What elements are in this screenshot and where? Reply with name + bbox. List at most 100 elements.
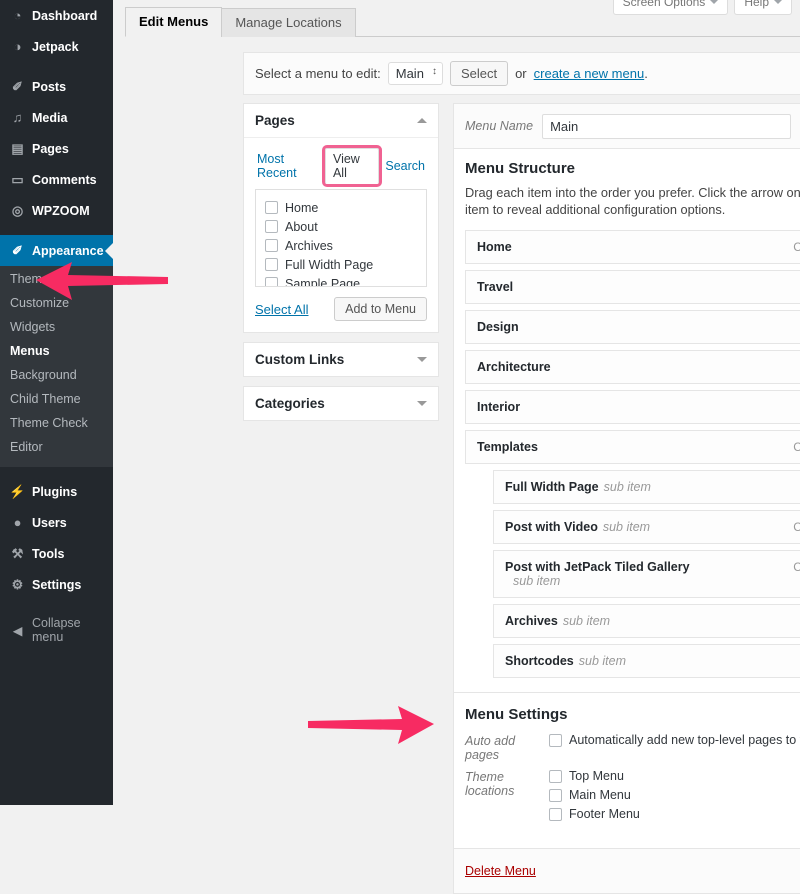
chevron-up-icon[interactable] — [417, 118, 427, 123]
menu-item-home[interactable]: Home Custom Link — [465, 230, 800, 264]
sidebar-item-users[interactable]: ● Users — [0, 507, 113, 538]
sidebar-item-plugins[interactable]: ⚡ Plugins — [0, 476, 113, 507]
sidebar-item-label: Settings — [32, 577, 81, 593]
list-item[interactable]: Full Width Page — [265, 255, 417, 274]
main-menu-checkbox[interactable] — [549, 789, 562, 802]
page-checkbox[interactable] — [265, 220, 278, 233]
pages-panel-header[interactable]: Pages — [244, 104, 438, 138]
sidebar-item-comments[interactable]: ▭ Comments — [0, 164, 113, 195]
menu-structure-box: Menu Structure Drag each item into the o… — [453, 148, 800, 693]
page-label: Archives — [285, 239, 333, 253]
delete-menu-link[interactable]: Delete Menu — [465, 864, 536, 878]
menu-footer-bar: Delete Menu Save Menu — [453, 849, 800, 894]
submenu-item-editor[interactable]: Editor — [0, 435, 113, 459]
create-new-menu-link[interactable]: create a new menu — [534, 66, 645, 81]
menu-item-title: Interior — [477, 400, 520, 414]
pages-icon: ▤ — [9, 140, 26, 157]
select-all-link[interactable]: Select All — [255, 302, 308, 317]
tab-search[interactable]: Search — [383, 157, 427, 175]
sidebar-item-media[interactable]: ♫ Media — [0, 102, 113, 133]
auto-add-pages-checkbox[interactable] — [549, 734, 562, 747]
custom-links-panel-header[interactable]: Custom Links — [244, 343, 438, 376]
submenu-item-customize[interactable]: Customize — [0, 291, 113, 315]
tab-edit-menus[interactable]: Edit Menus — [125, 7, 222, 37]
tab-manage-locations[interactable]: Manage Locations — [221, 8, 355, 37]
menu-select-dropdown[interactable]: Main — [388, 62, 443, 85]
plug-icon: ⚡ — [9, 483, 26, 500]
menu-item-title: Archivessub item — [505, 614, 610, 628]
chevron-down-icon — [774, 0, 782, 4]
admin-sidebar: ◔ Dashboard ◑ Jetpack ✐ Posts ♫ Media ▤ … — [0, 0, 113, 805]
page-label: About — [285, 220, 318, 234]
menu-item-sub-label: sub item — [513, 574, 690, 588]
theme-location-footer-menu[interactable]: Footer Menu — [549, 807, 640, 821]
period: . — [644, 66, 648, 81]
dashboard-icon: ◔ — [9, 7, 26, 24]
page-checkbox[interactable] — [265, 201, 278, 214]
comments-icon: ▭ — [9, 171, 26, 188]
custom-links-panel-title: Custom Links — [255, 352, 344, 367]
menu-item-templates[interactable]: Templates Custom Link — [465, 430, 800, 464]
theme-location-top-menu[interactable]: Top Menu — [549, 769, 640, 783]
sidebar-item-tools[interactable]: ⚒ Tools — [0, 538, 113, 569]
submenu-item-menus[interactable]: Menus — [0, 339, 113, 363]
tab-view-all[interactable]: View All — [325, 148, 379, 184]
menu-item-architecture[interactable]: Architecture Category — [465, 350, 800, 384]
sidebar-item-pages[interactable]: ▤ Pages — [0, 133, 113, 164]
menu-item-archives[interactable]: Archivessub item Page — [493, 604, 800, 638]
menu-settings-heading: Menu Settings — [465, 706, 800, 723]
menu-item-interior[interactable]: Interior Category — [465, 390, 800, 424]
top-menu-checkbox[interactable] — [549, 770, 562, 783]
menu-item-post-with-video[interactable]: Post with Videosub item Custom Link — [493, 510, 800, 544]
or-text: or — [515, 66, 527, 81]
sidebar-item-appearance[interactable]: ✐ Appearance — [0, 235, 113, 266]
categories-panel-header[interactable]: Categories — [244, 387, 438, 420]
sidebar-item-label: Posts — [32, 79, 66, 95]
collapse-menu-button[interactable]: ◀ Collapse menu — [0, 609, 113, 651]
auto-add-pages-label: Auto add pages — [465, 733, 549, 762]
menu-item-title: Post with JetPack Tiled Gallerysub item — [505, 560, 690, 588]
menu-name-label: Menu Name — [465, 119, 533, 133]
menu-item-travel[interactable]: Travel Category — [465, 270, 800, 304]
auto-add-pages-option[interactable]: Automatically add new top-level pages to… — [549, 733, 800, 747]
sidebar-divider — [0, 226, 113, 235]
menu-item-title-text: Full Width Page — [505, 480, 599, 494]
theme-locations-row: Theme locations Top Menu Main Menu Foote… — [465, 769, 800, 821]
theme-location-main-menu[interactable]: Main Menu — [549, 788, 640, 802]
chevron-down-icon[interactable] — [417, 357, 427, 362]
collapse-menu-label: Collapse menu — [32, 616, 113, 644]
tab-most-recent[interactable]: Most Recent — [255, 150, 321, 182]
menu-item-type: Custom Link — [793, 440, 800, 454]
select-button[interactable]: Select — [450, 61, 508, 86]
list-item[interactable]: Sample Page — [265, 274, 417, 287]
menu-item-title: Post with Videosub item — [505, 520, 650, 534]
sidebar-item-settings[interactable]: ⚙ Settings — [0, 569, 113, 600]
add-to-menu-button[interactable]: Add to Menu — [334, 297, 427, 321]
footer-menu-checkbox[interactable] — [549, 808, 562, 821]
menu-item-design[interactable]: Design Category — [465, 310, 800, 344]
page-checkbox[interactable] — [265, 258, 278, 271]
chevron-down-icon[interactable] — [417, 401, 427, 406]
sidebar-item-jetpack[interactable]: ◑ Jetpack — [0, 31, 113, 62]
main-content: Screen Options Help Edit Menus Manage Lo… — [113, 0, 800, 805]
menu-item-full-width-page[interactable]: Full Width Pagesub item Page — [493, 470, 800, 504]
list-item[interactable]: Archives — [265, 236, 417, 255]
list-item[interactable]: Home — [265, 198, 417, 217]
page-checkbox[interactable] — [265, 239, 278, 252]
categories-panel: Categories — [243, 386, 439, 421]
menu-item-post-with-jetpack-tiled-gallery[interactable]: Post with JetPack Tiled Gallerysub item … — [493, 550, 800, 598]
list-item[interactable]: About — [265, 217, 417, 236]
submenu-item-themes[interactable]: Themes — [0, 267, 113, 291]
menu-item-shortcodes[interactable]: Shortcodessub item Page — [493, 644, 800, 678]
submenu-item-background[interactable]: Background — [0, 363, 113, 387]
sidebar-item-dashboard[interactable]: ◔ Dashboard — [0, 0, 113, 31]
submenu-item-widgets[interactable]: Widgets — [0, 315, 113, 339]
accordion-column: Pages Most Recent View All Search Home A… — [243, 103, 439, 430]
sidebar-divider — [0, 62, 113, 71]
page-checkbox[interactable] — [265, 277, 278, 287]
submenu-item-child-theme[interactable]: Child Theme — [0, 387, 113, 411]
sidebar-item-posts[interactable]: ✐ Posts — [0, 71, 113, 102]
menu-name-input[interactable] — [542, 114, 791, 139]
submenu-item-theme-check[interactable]: Theme Check — [0, 411, 113, 435]
sidebar-item-wpzoom[interactable]: ◎ WPZOOM — [0, 195, 113, 226]
